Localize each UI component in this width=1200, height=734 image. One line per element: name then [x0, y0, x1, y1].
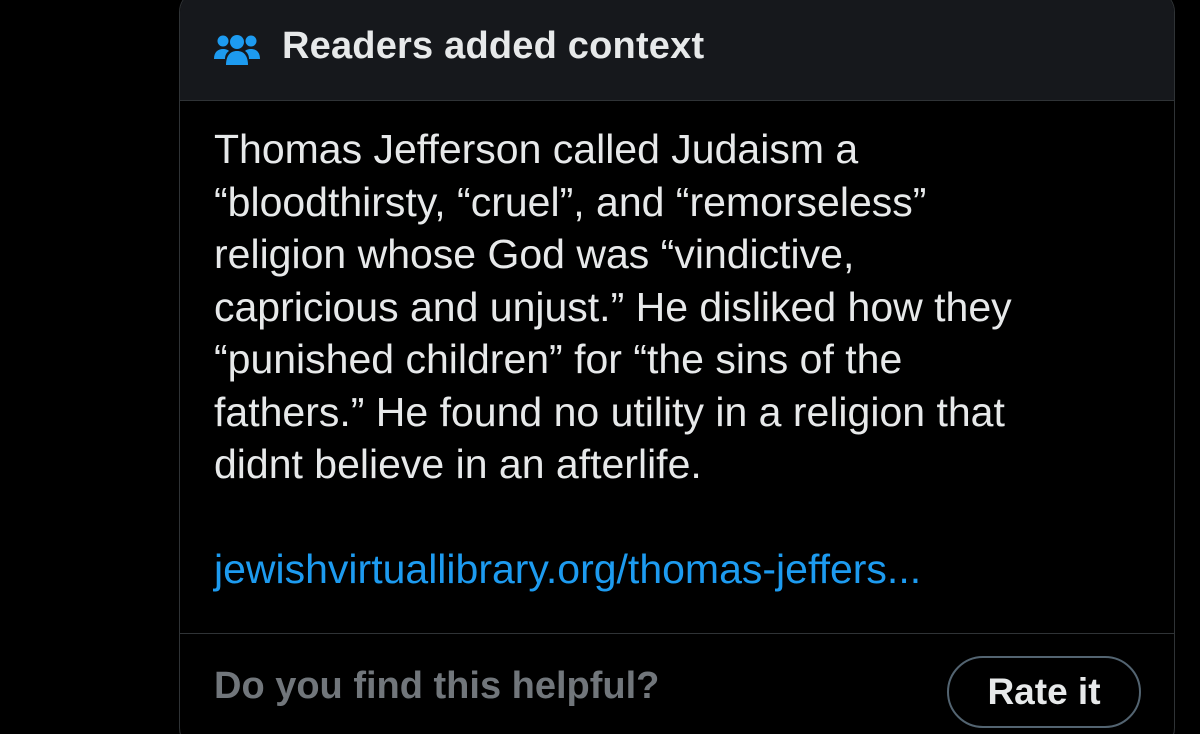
note-body: Thomas Jefferson called Judaism a “blood… — [214, 123, 1134, 491]
note-header: Readers added context — [180, 0, 1174, 101]
footer-divider — [180, 633, 1174, 634]
people-group-icon — [214, 35, 260, 65]
community-note-card: Readers added context Thomas Jefferson c… — [179, 0, 1175, 734]
source-link[interactable]: jewishvirtuallibrary.org/thomas-jeffers.… — [214, 543, 921, 595]
note-header-title: Readers added context — [282, 25, 705, 67]
helpful-prompt: Do you find this helpful? — [214, 665, 660, 707]
note-text: Thomas Jefferson called Judaism a “blood… — [214, 126, 1012, 487]
rate-it-button[interactable]: Rate it — [947, 656, 1141, 728]
